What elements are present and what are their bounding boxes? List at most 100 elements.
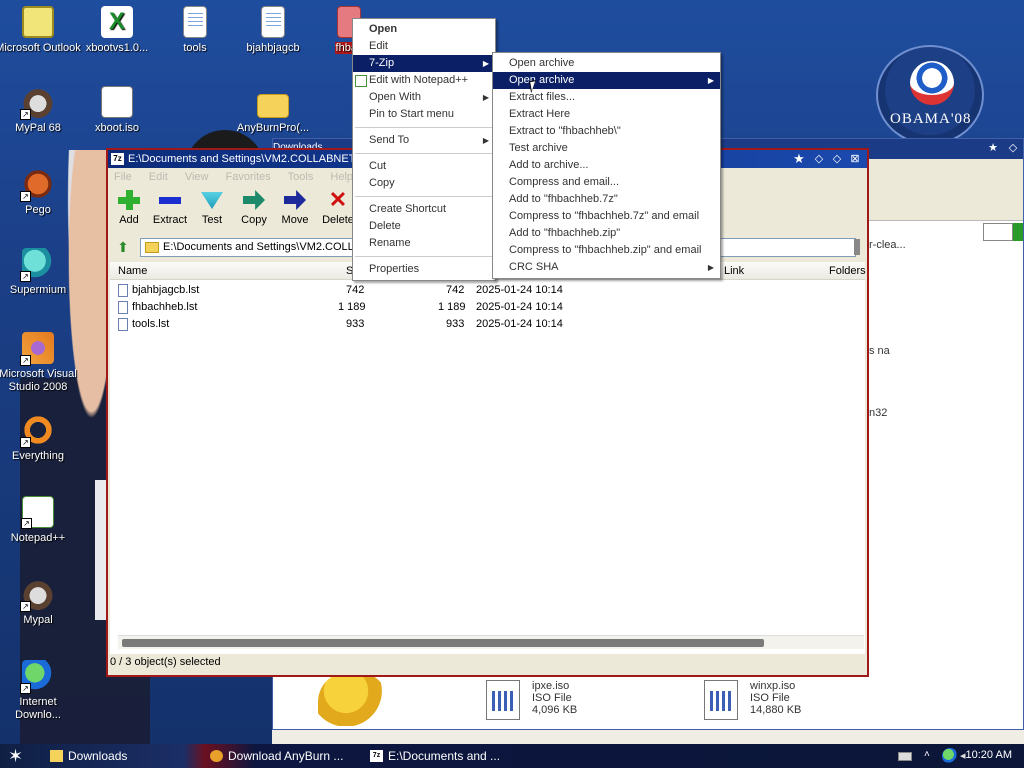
extract-icon	[159, 190, 181, 210]
taskbar-item-anyburn[interactable]: Download AnyBurn ...	[206, 746, 362, 766]
desktop-icon-idm[interactable]: ↗ Internet Downlo...	[0, 660, 81, 722]
row-size: 1 189	[338, 301, 366, 313]
desktop-icon-visual-studio[interactable]: ↗ Microsoft Visual Studio 2008	[0, 332, 81, 394]
desktop-icon-pego[interactable]: ↗ Pego	[0, 168, 81, 217]
submenu-item-test-archive[interactable]: Test archive	[493, 140, 720, 157]
scrollbar-thumb[interactable]	[122, 639, 764, 647]
address-dropdown[interactable]	[854, 239, 860, 255]
table-row[interactable]: bjahbjagcb.lst 742 742 2025-01-24 10:14	[110, 282, 865, 299]
column-link[interactable]: Link	[724, 265, 744, 277]
menu-item-notepadpp[interactable]: Edit with Notepad++	[353, 72, 495, 89]
extract-label: Extract	[152, 214, 188, 226]
menu-item-open-with[interactable]: Open With ▶	[353, 89, 495, 106]
menu-item-copy[interactable]: Copy	[353, 175, 495, 192]
add-button[interactable]: Add	[108, 190, 150, 226]
submenu-item-compress-email[interactable]: Compress and email...	[493, 174, 720, 191]
submenu-item-compress-zip-email[interactable]: Compress to "fhbachheb.zip" and email	[493, 242, 720, 259]
desktop-icon-xboot-iso[interactable]: xboot.iso	[74, 86, 160, 135]
desktop-icon-everything[interactable]: ↗ Everything	[0, 414, 81, 463]
keyboard-icon[interactable]	[898, 752, 912, 761]
menu-item-pin-start[interactable]: Pin to Start menu	[353, 106, 495, 123]
submenu-item-add-zip[interactable]: Add to "fhbachheb.zip"	[493, 225, 720, 242]
menu-favorites[interactable]: Favorites	[226, 171, 271, 183]
iso-file-icon	[486, 680, 520, 720]
close-icon[interactable]: ⊠	[847, 151, 863, 167]
menu-tools[interactable]: Tools	[288, 171, 314, 183]
campaign-logo-mark	[910, 61, 954, 105]
table-row[interactable]: tools.lst 933 933 2025-01-24 10:14	[110, 316, 865, 333]
desktop-icon-bjahbjagcb[interactable]: bjahbjagcb	[230, 6, 316, 55]
folder-up-icon[interactable]: ⬆	[114, 238, 132, 256]
menu-item-delete[interactable]: Delete	[353, 218, 495, 235]
star-icon[interactable]: ★	[791, 151, 807, 167]
desktop-icon-anyburn[interactable]: AnyBurnPro(...	[230, 86, 316, 135]
file-tile-winxp[interactable]: winxp.iso ISO File 14,880 KB	[704, 680, 834, 724]
submenu-item-add-to-archive[interactable]: Add to archive...	[493, 157, 720, 174]
menu-separator	[355, 256, 493, 257]
extract-button[interactable]: Extract	[149, 190, 191, 226]
address-text: E:\Documents and Settings\VM2.COLLA	[163, 241, 362, 253]
table-row[interactable]: fhbachheb.lst 1 189 1 189 2025-01-24 10:…	[110, 299, 865, 316]
column-folders[interactable]: Folders	[829, 265, 866, 277]
menu-edit[interactable]: Edit	[149, 171, 168, 183]
submenu-item-open-archive-sub[interactable]: Open archive ▶	[493, 72, 720, 89]
file-type: ISO File	[532, 692, 572, 704]
submenu-item-extract-to[interactable]: Extract to "fhbachheb\"	[493, 123, 720, 140]
column-name[interactable]: Name	[118, 265, 147, 277]
menu-help[interactable]: Help	[330, 171, 353, 183]
network-globe-icon[interactable]	[942, 748, 958, 764]
horizontal-scrollbar[interactable]	[118, 635, 864, 649]
taskbar-item-7zip[interactable]: 7z E:\Documents and ...	[366, 746, 526, 766]
text-file-icon	[118, 318, 128, 331]
test-button[interactable]: Test	[191, 190, 233, 226]
submenu-item-crc-sha[interactable]: CRC SHA ▶	[493, 259, 720, 276]
go-button[interactable]	[1013, 223, 1023, 241]
downloads-address-box[interactable]	[983, 223, 1013, 241]
desktop-icon-mypal[interactable]: ↗ Mypal	[0, 578, 81, 627]
clock[interactable]: 10:20 AM	[966, 749, 1012, 761]
desktop-icon-supermium[interactable]: ↗ Supermium	[0, 248, 81, 297]
file-tile-ipxe[interactable]: ipxe.iso ISO File 4,096 KB	[486, 680, 616, 724]
submenu-item-add-7z[interactable]: Add to "fhbachheb.7z"	[493, 191, 720, 208]
menu-item-open[interactable]: Open	[353, 21, 495, 38]
row-modified: 2025-01-24 10:14	[476, 301, 563, 313]
submenu-item-open-archive[interactable]: Open archive	[493, 55, 720, 72]
desktop-icon-notepadpp[interactable]: ↗ Notepad++	[0, 496, 81, 545]
desktop-icon-xbootvs[interactable]: X xbootvs1.0...	[74, 6, 160, 55]
copy-button[interactable]: Copy	[233, 190, 275, 226]
menu-file[interactable]: File	[114, 171, 132, 183]
menu-item-7zip[interactable]: 7-Zip ▶	[353, 55, 495, 72]
file-list[interactable]: Name Si Link Folders bjahbjagcb.lst 742 …	[110, 262, 866, 654]
move-button[interactable]: Move	[274, 190, 316, 226]
search-companion-dog[interactable]	[318, 672, 388, 726]
pin-icon[interactable]: ◇	[811, 151, 827, 167]
truncated-text: r-clea...	[869, 239, 906, 251]
menu-item-properties[interactable]: Properties	[353, 261, 495, 278]
menu-item-cut[interactable]: Cut	[353, 158, 495, 175]
submenu-item-compress-7z-email[interactable]: Compress to "fhbachheb.7z" and email	[493, 208, 720, 225]
desktop-icon-label: Pego	[25, 204, 51, 216]
menu-view[interactable]: View	[185, 171, 209, 183]
everything-icon: ↗	[20, 414, 54, 448]
submenu-item-extract-files[interactable]: Extract files...	[493, 89, 720, 106]
desktop-icon-label: AnyBurnPro(...	[236, 122, 310, 134]
desktop-icon-mypal68[interactable]: ↗ MyPal 68	[0, 86, 81, 135]
desktop-icon-outlook[interactable]: Microsoft Outlook	[0, 6, 81, 55]
desktop-icon-label: Supermium	[9, 284, 67, 296]
menu-item-edit[interactable]: Edit	[353, 38, 495, 55]
pin-icon[interactable]: ◇	[1005, 140, 1021, 156]
desktop-icon-tools[interactable]: tools	[152, 6, 238, 55]
taskbar-item-downloads[interactable]: Downloads	[46, 746, 196, 766]
row-name: tools.lst	[132, 318, 170, 330]
star-icon[interactable]: ★	[985, 140, 1001, 156]
maximize-icon[interactable]: ◇	[829, 151, 845, 167]
supermium-icon: ↗	[20, 248, 54, 282]
menu-item-send-to[interactable]: Send To ▶	[353, 132, 495, 149]
submenu-item-extract-here[interactable]: Extract Here	[493, 106, 720, 123]
move-label: Move	[281, 214, 309, 226]
menu-item-create-shortcut[interactable]: Create Shortcut	[353, 201, 495, 218]
chevron-up-icon[interactable]: ˄	[924, 749, 930, 760]
menu-item-rename[interactable]: Rename	[353, 235, 495, 252]
start-star-icon[interactable]: ✶	[8, 746, 23, 766]
desktop-icon-label: Microsoft Visual Studio 2008	[0, 368, 77, 393]
